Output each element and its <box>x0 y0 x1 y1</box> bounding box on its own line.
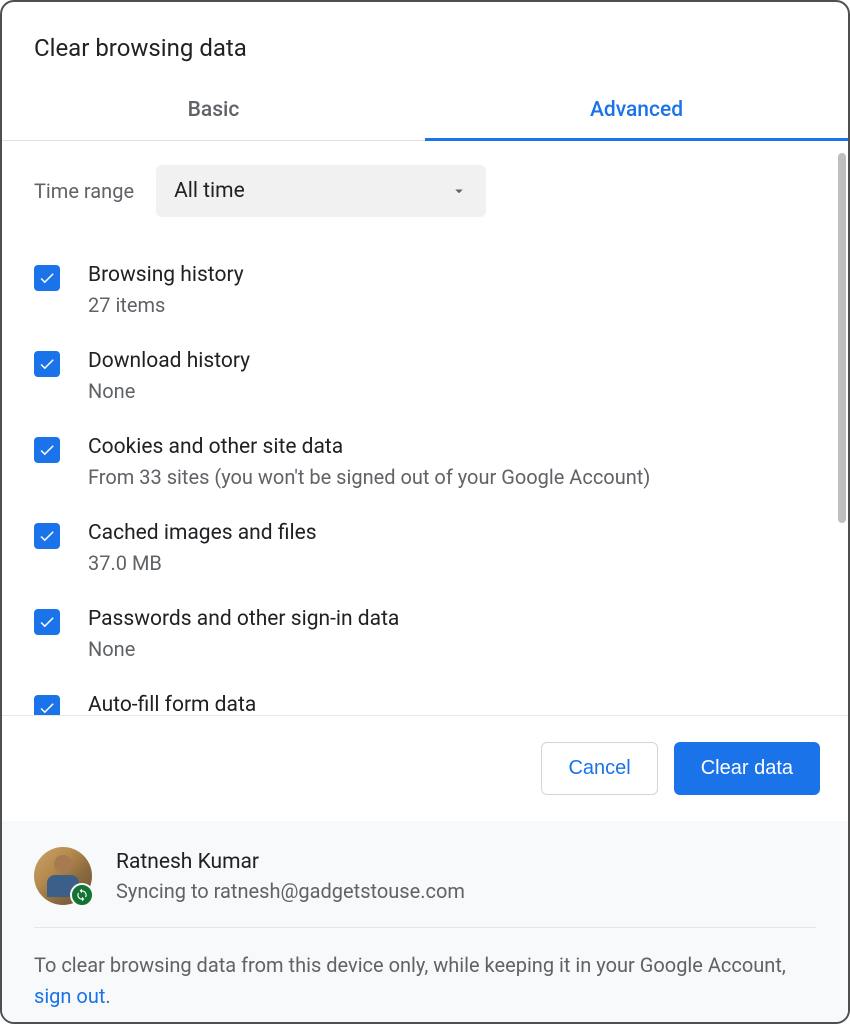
account-row: Ratnesh Kumar Syncing to ratnesh@gadgets… <box>34 847 816 928</box>
item-subtext: 37.0 MB <box>88 551 317 575</box>
dialog-footer: Cancel Clear data <box>2 715 848 821</box>
checkbox[interactable] <box>34 609 60 635</box>
dialog-title: Clear browsing data <box>2 2 848 80</box>
time-range-row: Time range All time <box>34 165 816 217</box>
account-status: Syncing to ratnesh@gadgetstouse.com <box>116 879 465 903</box>
item-subtext: 27 items <box>88 293 244 317</box>
tab-bar: Basic Advanced <box>2 80 848 141</box>
item-title: Browsing history <box>88 263 244 287</box>
item-title: Cookies and other site data <box>88 435 650 459</box>
data-types-list: Browsing history 27 items Download history… <box>34 247 816 715</box>
sync-icon <box>70 883 94 907</box>
signout-notice: To clear browsing data from this device … <box>34 928 816 1012</box>
item-subtext: From 33 sites (you won't be signed out o… <box>88 465 650 489</box>
notice-prefix: To clear browsing data from this device … <box>34 953 786 977</box>
clear-browsing-data-dialog: Clear browsing data Basic Advanced Time … <box>0 0 850 1024</box>
tab-basic[interactable]: Basic <box>2 80 425 140</box>
notice-suffix: . <box>105 984 110 1008</box>
item-title: Passwords and other sign-in data <box>88 607 399 631</box>
data-type-item: Browsing history 27 items <box>34 247 816 333</box>
scrollbar-thumb[interactable] <box>838 153 846 523</box>
data-type-item: Auto-fill form data <box>34 677 816 715</box>
item-title: Cached images and files <box>88 521 317 545</box>
sign-out-link[interactable]: sign out <box>34 984 105 1008</box>
checkbox[interactable] <box>34 695 60 715</box>
avatar <box>34 847 92 905</box>
clear-data-button[interactable]: Clear data <box>674 742 820 795</box>
checkbox[interactable] <box>34 265 60 291</box>
time-range-label: Time range <box>34 179 134 203</box>
checkbox[interactable] <box>34 523 60 549</box>
time-range-select[interactable]: All time <box>156 165 486 217</box>
cancel-button[interactable]: Cancel <box>541 742 657 795</box>
data-type-item: Download history None <box>34 333 816 419</box>
data-type-item: Cached images and files 37.0 MB <box>34 505 816 591</box>
item-subtext: None <box>88 637 399 661</box>
account-area: Ratnesh Kumar Syncing to ratnesh@gadgets… <box>2 821 848 1022</box>
item-title: Download history <box>88 349 250 373</box>
data-type-item: Passwords and other sign-in data None <box>34 591 816 677</box>
item-subtext: None <box>88 379 250 403</box>
account-name: Ratnesh Kumar <box>116 850 465 874</box>
chevron-down-icon <box>450 182 468 200</box>
data-type-item: Cookies and other site data From 33 sites… <box>34 419 816 505</box>
checkbox[interactable] <box>34 351 60 377</box>
tab-advanced[interactable]: Advanced <box>425 80 848 140</box>
options-scroll-area[interactable]: Time range All time Browsing history 27 i… <box>2 141 848 715</box>
checkbox[interactable] <box>34 437 60 463</box>
time-range-value: All time <box>174 179 245 203</box>
item-title: Auto-fill form data <box>88 693 256 715</box>
